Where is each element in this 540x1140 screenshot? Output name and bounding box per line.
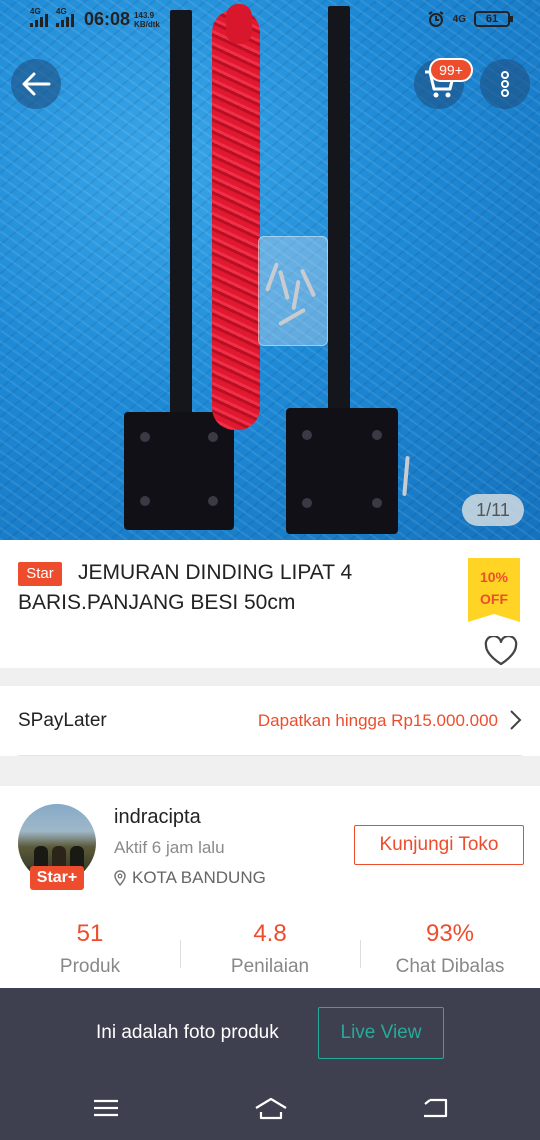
home-icon[interactable] (253, 1094, 289, 1122)
banner-text: Ini adalah foto produk (96, 1022, 279, 1043)
clock: 06:08 (84, 9, 131, 29)
chevron-right-icon (510, 710, 522, 730)
menu-icon[interactable] (91, 1094, 121, 1122)
return-icon[interactable] (420, 1094, 450, 1122)
kebab-menu-icon (501, 71, 509, 97)
system-nav-bar (0, 1076, 540, 1140)
image-counter: 1/11 (462, 494, 524, 526)
shop-section: Star+ indracipta Aktif 6 jam lalu KOTA B… (0, 786, 540, 996)
product-page: 4G 4G 06:08 143.9 KB/dtk 4G 61 99+ 1/11 (0, 0, 540, 1140)
shop-stats: 51 Produk 4.8 Penilaian 93% Chat Dibalas (0, 918, 540, 988)
star-plus-badge: Star+ (30, 866, 84, 890)
location-pin-icon (114, 870, 126, 886)
signal-icon: 4G (30, 7, 48, 27)
live-view-button[interactable]: Live View (318, 1007, 444, 1059)
battery-icon: 61 (474, 11, 513, 27)
live-view-banner: Ini adalah foto produk Live View (0, 988, 540, 1076)
discount-badge: 10% OFF (468, 558, 520, 622)
shop-active-status: Aktif 6 jam lalu (114, 838, 225, 857)
product-title-section: Star JEMURAN DINDING LIPAT 4 BARIS.PANJA… (0, 540, 540, 668)
spaylater-label: SPayLater (18, 710, 107, 731)
stat-products[interactable]: 51 Produk (0, 918, 180, 988)
shop-name[interactable]: indracipta (114, 806, 201, 829)
shop-location: KOTA BANDUNG (114, 868, 266, 888)
cart-count-badge: 99+ (429, 58, 473, 82)
more-options-button[interactable] (480, 59, 530, 109)
back-button[interactable] (11, 59, 61, 109)
spaylater-row[interactable]: SPayLater Dapatkan hingga Rp15.000.000 (0, 686, 540, 756)
arrow-left-icon (22, 72, 51, 96)
spaylater-offer: Dapatkan hingga Rp15.000.000 (257, 711, 498, 730)
network-speed: 143.9 KB/dtk (134, 10, 160, 29)
signal-icon: 4G (56, 7, 74, 27)
network-type: 4G (452, 13, 466, 25)
stat-chat-response: 93% Chat Dibalas (360, 918, 540, 988)
visit-shop-button[interactable]: Kunjungi Toko (354, 825, 524, 865)
product-title: JEMURAN DINDING LIPAT 4 BARIS.PANJANG BE… (18, 561, 353, 614)
alarm-icon (428, 11, 444, 27)
stat-rating[interactable]: 4.8 Penilaian (180, 918, 360, 988)
status-bar: 4G 4G 06:08 143.9 KB/dtk 4G 61 (0, 0, 540, 40)
heart-icon[interactable] (484, 636, 518, 666)
